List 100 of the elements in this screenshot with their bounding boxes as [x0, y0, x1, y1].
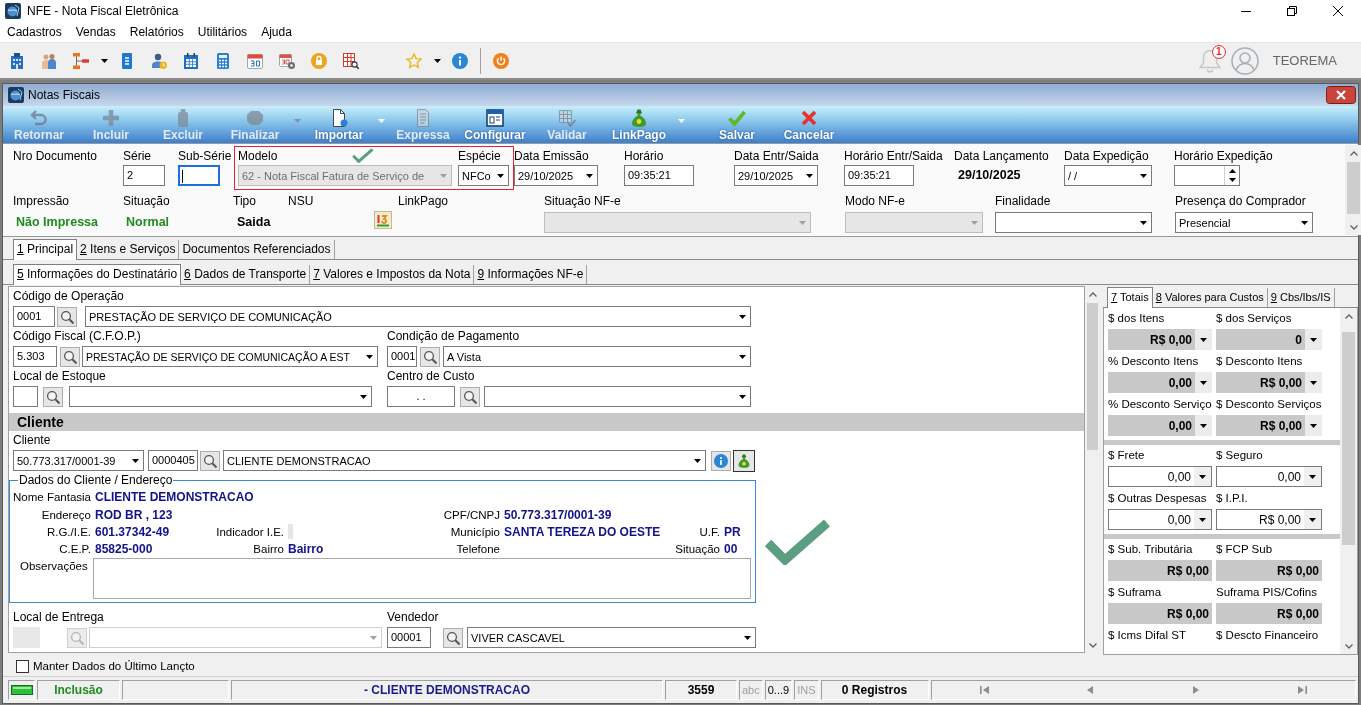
- restore-icon[interactable]: [1287, 6, 1297, 16]
- text-field[interactable]: 09:35:21: [844, 165, 914, 186]
- caret-icon[interactable]: [359, 394, 367, 399]
- dropdown-field[interactable]: A Vista: [443, 346, 751, 367]
- calendar-gear-icon[interactable]: [279, 52, 295, 69]
- user-clock-icon[interactable]: [151, 52, 167, 69]
- vertical-scrollbar[interactable]: [1340, 308, 1357, 654]
- dropdown-field[interactable]: PRESTAÇÃO DE SERVIÇO DE COMUNICAÇÃO: [85, 306, 751, 327]
- dropdown-field[interactable]: R$ 0,00: [1216, 509, 1322, 530]
- next-icon[interactable]: [1193, 686, 1200, 694]
- menu-item[interactable]: Vendas: [68, 22, 123, 42]
- spin-up-icon[interactable]: [1228, 168, 1236, 173]
- caret-icon[interactable]: [433, 58, 441, 63]
- scrollbar-thumb[interactable]: [1347, 162, 1360, 214]
- caret-icon[interactable]: [585, 173, 593, 178]
- caret-icon[interactable]: [1310, 380, 1317, 385]
- close-icon[interactable]: [1326, 86, 1356, 104]
- caret-icon[interactable]: [738, 394, 746, 399]
- tab[interactable]: 9 Informações NF-e: [474, 265, 588, 284]
- caret-icon[interactable]: [738, 314, 746, 319]
- scroll-down-icon[interactable]: [1349, 224, 1358, 230]
- tab[interactable]: 5 Informações do Destinatário: [13, 264, 182, 285]
- caret-icon[interactable]: [131, 458, 139, 463]
- menu-item[interactable]: Ajuda: [254, 22, 299, 42]
- caret-icon[interactable]: [1309, 474, 1316, 479]
- vertical-scrollbar[interactable]: [1345, 145, 1361, 235]
- last-page-icon[interactable]: [1297, 686, 1307, 694]
- dropdown-field[interactable]: R$ 0,00: [1216, 415, 1322, 436]
- caret-icon[interactable]: [1139, 173, 1147, 178]
- dropdown-field[interactable]: 0: [1216, 329, 1322, 350]
- document-icon[interactable]: [119, 52, 135, 69]
- caret-icon[interactable]: [1139, 220, 1147, 225]
- tab[interactable]: 1 Principal: [13, 239, 78, 260]
- money-bag-button[interactable]: [733, 449, 755, 472]
- dropdown-field[interactable]: [484, 386, 751, 407]
- people-icon[interactable]: [41, 52, 57, 69]
- spin-field[interactable]: [1174, 165, 1240, 186]
- scroll-down-icon[interactable]: [1088, 642, 1097, 648]
- scroll-down-icon[interactable]: [1344, 643, 1353, 649]
- dropdown-field[interactable]: R$ 0,00: [1108, 329, 1212, 350]
- dropdown-field[interactable]: [995, 212, 1152, 233]
- caret-icon[interactable]: [365, 354, 373, 359]
- caret-icon[interactable]: [693, 458, 701, 463]
- dropdown-field[interactable]: 0,00: [1108, 372, 1212, 393]
- user-name[interactable]: TEOREMA: [1272, 53, 1337, 68]
- caret-icon[interactable]: [1309, 517, 1316, 522]
- calendar-grid-icon[interactable]: [183, 52, 199, 69]
- caret-icon[interactable]: [1199, 517, 1206, 522]
- code-field[interactable]: . .: [387, 386, 455, 407]
- dropdown-field[interactable]: 0,00: [1108, 415, 1212, 436]
- text-field[interactable]: 09:35:21: [624, 165, 694, 186]
- caret-icon[interactable]: [1199, 474, 1206, 479]
- dropdown-field[interactable]: 0,00: [1216, 466, 1322, 487]
- dropdown-field[interactable]: / /: [1064, 165, 1152, 186]
- text-field[interactable]: 2: [123, 165, 165, 186]
- dropdown-field[interactable]: Presencial: [1175, 212, 1313, 233]
- text-field[interactable]: [178, 165, 220, 186]
- minimize-icon[interactable]: [1241, 10, 1251, 12]
- spin-down-icon[interactable]: [1228, 178, 1236, 183]
- code-field[interactable]: 5.303: [13, 346, 57, 367]
- caret-icon[interactable]: [1200, 423, 1207, 428]
- dropdown-field[interactable]: [69, 386, 372, 407]
- dropdown-field[interactable]: 0,00: [1108, 466, 1212, 487]
- code-field[interactable]: [13, 386, 38, 407]
- tab[interactable]: 7 Totais: [1107, 287, 1153, 308]
- scrollbar-thumb[interactable]: [1087, 303, 1098, 450]
- dropdown-field[interactable]: NFCo: [458, 165, 509, 186]
- checkbox[interactable]: [16, 659, 29, 673]
- previous-icon[interactable]: [1087, 686, 1094, 694]
- code-field[interactable]: 00001: [387, 627, 431, 648]
- dropdown-field[interactable]: 0,00: [1108, 509, 1212, 530]
- dropdown-field[interactable]: R$ 0,00: [1216, 372, 1322, 393]
- caret-icon[interactable]: [805, 173, 813, 178]
- tab[interactable]: 8 Valores para Custos: [1152, 288, 1268, 307]
- caret-icon[interactable]: [1300, 220, 1308, 225]
- code-field[interactable]: 0001: [13, 306, 55, 327]
- info-icon[interactable]: [452, 52, 468, 69]
- scroll-up-icon[interactable]: [1349, 150, 1358, 156]
- dropdown-field[interactable]: 29/10/2025: [514, 165, 598, 186]
- notes-field[interactable]: [93, 558, 751, 599]
- dropdown-field[interactable]: 29/10/2025: [734, 165, 818, 186]
- tile-icon[interactable]: [374, 211, 392, 229]
- caret-icon[interactable]: [496, 173, 504, 178]
- power-icon[interactable]: [493, 52, 509, 69]
- calendar-icon[interactable]: [247, 52, 263, 69]
- caret-icon[interactable]: [100, 58, 108, 63]
- dropdown-field[interactable]: VIVER CASCAVEL: [467, 627, 756, 648]
- caret-icon[interactable]: [1200, 380, 1207, 385]
- scrollbar-thumb[interactable]: [1342, 332, 1355, 545]
- scroll-up-icon[interactable]: [1088, 291, 1097, 297]
- menu-item[interactable]: Relatórios: [122, 22, 191, 42]
- dropdown-field[interactable]: 50.773.317/0001-39: [13, 450, 144, 471]
- dropdown-field[interactable]: CLIENTE DEMONSTRACAO: [223, 450, 706, 471]
- tab[interactable]: Documentos Referenciados: [179, 240, 335, 259]
- building-icon[interactable]: [9, 52, 25, 69]
- close-icon[interactable]: [1333, 6, 1343, 16]
- table-search-icon[interactable]: [343, 52, 359, 69]
- menu-item[interactable]: Utilitários: [190, 22, 255, 42]
- caret-icon[interactable]: [738, 354, 746, 359]
- info-button[interactable]: [711, 450, 731, 471]
